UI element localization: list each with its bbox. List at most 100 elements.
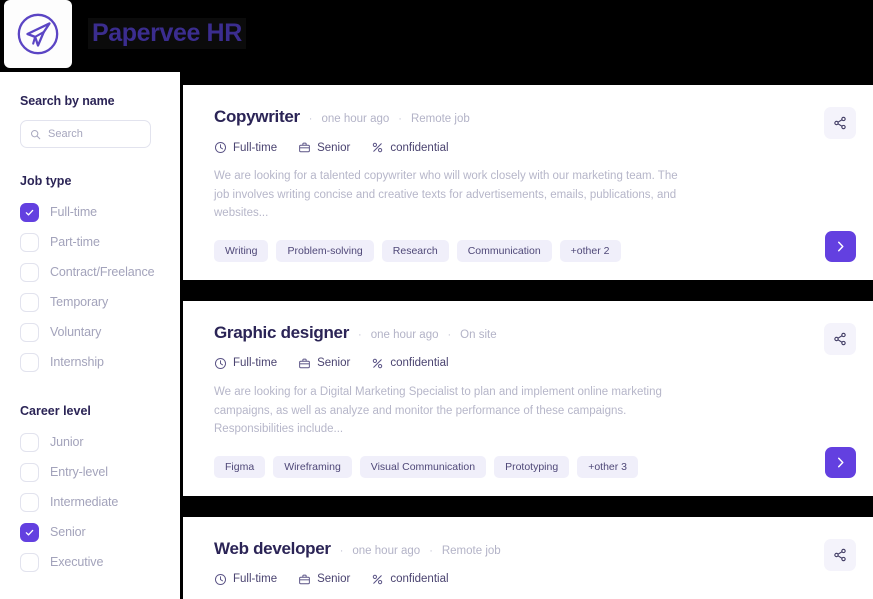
filter-group-job-type: Job type Full-time Part-time Contract/Fr…: [20, 174, 160, 377]
job-tags: Figma Wireframing Visual Communication P…: [214, 455, 814, 478]
search-input-wrap[interactable]: [20, 120, 151, 148]
job-tag[interactable]: Wireframing: [273, 455, 352, 478]
search-icon: [30, 129, 41, 139]
chevron-right-icon: [837, 241, 844, 252]
checkbox-internship[interactable]: [20, 352, 39, 372]
job-card[interactable]: Web developer · one hour ago · Remote jo…: [183, 516, 873, 599]
share-icon: [834, 332, 846, 346]
filter-option-label: Intermediate: [50, 495, 119, 509]
job-title: Web developer: [214, 538, 331, 558]
filter-option-temporary[interactable]: Temporary: [20, 287, 160, 317]
job-salary: confidential: [371, 573, 449, 586]
job-card-header: Copywriter · one hour ago · Remote job: [214, 107, 873, 127]
job-meta-row: Full-time Senior confidential: [214, 573, 873, 586]
job-tag-more[interactable]: +other 3: [577, 455, 639, 478]
filter-option-label: Senior: [50, 525, 86, 539]
job-tag[interactable]: Figma: [214, 455, 266, 478]
job-posted-time: one hour ago: [370, 328, 439, 341]
job-card[interactable]: Graphic designer · one hour ago · On sit…: [183, 300, 873, 496]
share-button[interactable]: [824, 107, 856, 139]
job-career-level-label: Senior: [317, 141, 351, 154]
checkbox-part-time[interactable]: [20, 232, 39, 252]
filter-group-career-level: Career level Junior Entry-level Intermed…: [20, 404, 160, 577]
job-career-level: Senior: [298, 573, 350, 586]
job-salary-label: confidential: [390, 141, 449, 154]
briefcase-icon: [299, 358, 310, 369]
checkbox-voluntary[interactable]: [20, 322, 39, 342]
logo-tile[interactable]: [4, 0, 72, 68]
checkbox-executive[interactable]: [20, 552, 39, 572]
filter-option-label: Contract/Freelance: [50, 265, 155, 279]
job-location: Remote job: [410, 113, 470, 125]
check-icon: [25, 209, 34, 216]
job-tag-more[interactable]: +other 2: [559, 239, 621, 262]
filter-option-entry-level[interactable]: Entry-level: [20, 457, 160, 487]
share-icon: [834, 116, 846, 130]
brand: Papervee HR: [88, 18, 246, 49]
job-title: Graphic designer: [214, 322, 350, 342]
separator-dot: ·: [429, 544, 433, 557]
job-meta-row: Full-time Senior confidential: [214, 357, 873, 370]
job-posted-time: one hour ago: [321, 113, 390, 125]
filter-option-intermediate[interactable]: Intermediate: [20, 487, 160, 517]
separator-dot: ·: [308, 113, 313, 125]
filter-option-label: Voluntary: [50, 325, 102, 339]
clock-icon: [214, 357, 227, 369]
separator-dot: ·: [447, 328, 452, 341]
job-tag[interactable]: Communication: [456, 239, 552, 262]
filter-option-label: Full-time: [50, 205, 98, 219]
check-icon: [25, 529, 34, 536]
job-description: We are looking for a Digital Marketing S…: [214, 385, 662, 436]
share-button[interactable]: [824, 538, 856, 571]
job-employment-type-label: Full-time: [233, 357, 278, 370]
filter-option-executive[interactable]: Executive: [20, 547, 160, 577]
job-card[interactable]: Copywriter · one hour ago · Remote job F…: [183, 85, 873, 280]
filter-option-contract-freelance[interactable]: Contract/Freelance: [20, 257, 160, 287]
percent-icon: [373, 142, 383, 153]
checkbox-senior[interactable]: [20, 522, 39, 542]
checkbox-junior[interactable]: [20, 432, 39, 452]
separator-dot: ·: [339, 544, 344, 557]
briefcase-icon: [299, 574, 310, 584]
job-tag[interactable]: Writing: [214, 239, 269, 262]
job-tag[interactable]: Problem-solving: [276, 239, 374, 262]
checkbox-full-time[interactable]: [20, 202, 39, 222]
job-card-header: Graphic designer · one hour ago · On sit…: [214, 323, 873, 343]
job-card-header: Web developer · one hour ago · Remote jo…: [214, 539, 873, 559]
brand-name: Papervee HR: [88, 18, 246, 49]
job-salary: confidential: [371, 141, 449, 154]
percent-icon: [373, 358, 383, 369]
open-job-button[interactable]: [825, 446, 856, 478]
filter-option-label: Internship: [50, 355, 104, 369]
job-salary-label: confidential: [390, 357, 449, 370]
filter-option-label: Entry-level: [50, 465, 108, 479]
checkbox-contract-freelance[interactable]: [20, 262, 39, 282]
paper-plane-circle-icon: [17, 13, 59, 55]
job-tag[interactable]: Prototyping: [494, 455, 570, 478]
filter-option-internship[interactable]: Internship: [20, 347, 160, 377]
checkbox-temporary[interactable]: [20, 292, 39, 312]
job-meta-row: Full-time Senior confidential: [214, 141, 873, 154]
filter-option-junior[interactable]: Junior: [20, 427, 160, 457]
job-location: On site: [460, 328, 497, 341]
open-job-button[interactable]: [825, 230, 856, 262]
separator-dot: ·: [358, 328, 362, 341]
share-button[interactable]: [824, 322, 856, 355]
job-employment-type: Full-time: [214, 357, 277, 370]
checkbox-entry-level[interactable]: [20, 462, 39, 482]
filter-option-part-time[interactable]: Part-time: [20, 227, 160, 257]
search-label: Search by name: [20, 94, 115, 108]
job-tag[interactable]: Visual Communication: [359, 455, 487, 478]
job-employment-type-label: Full-time: [233, 141, 278, 154]
search-input[interactable]: [48, 128, 138, 140]
filter-group-title: Career level: [20, 404, 91, 418]
job-posted-time: one hour ago: [352, 544, 421, 557]
filter-option-senior[interactable]: Senior: [20, 517, 160, 547]
filter-option-voluntary[interactable]: Voluntary: [20, 317, 160, 347]
filter-option-full-time[interactable]: Full-time: [20, 197, 160, 227]
job-tag[interactable]: Research: [381, 239, 449, 262]
job-salary-label: confidential: [390, 573, 449, 586]
checkbox-intermediate[interactable]: [20, 492, 39, 512]
job-career-level-label: Senior: [317, 357, 351, 370]
clock-icon: [214, 573, 227, 585]
